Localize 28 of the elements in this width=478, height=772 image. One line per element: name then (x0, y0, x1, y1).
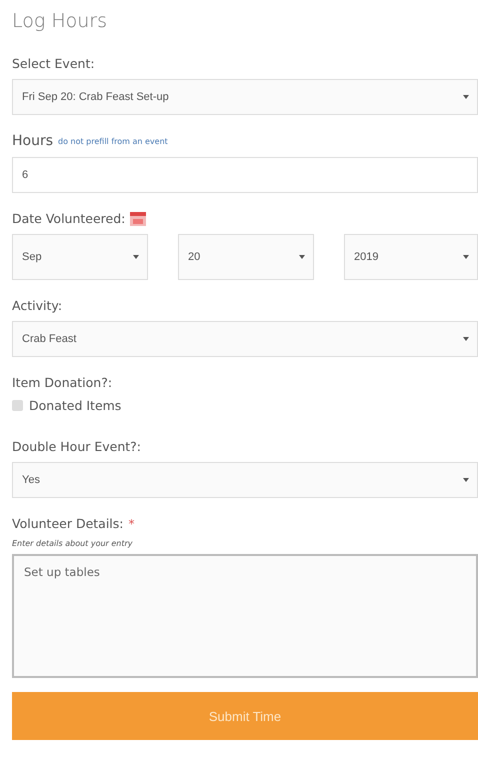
date-select[interactable]: 2019 (344, 234, 478, 280)
field-label: Double Hour Event?: (12, 439, 142, 454)
calendar-icon[interactable] (130, 212, 146, 226)
caret-icon (133, 255, 139, 259)
details-textarea[interactable]: Set up tables (12, 554, 478, 678)
caret-icon (463, 478, 469, 482)
field-label: Hours (12, 133, 54, 149)
date-select[interactable]: Sep (12, 234, 148, 280)
field-label: Item Donation?: (12, 375, 112, 390)
prefill-link[interactable]: do not prefill from an event (58, 136, 168, 146)
caret-icon (299, 255, 305, 259)
field-hint: Enter details about your entry (12, 539, 133, 548)
date-select[interactable]: 20 (178, 234, 314, 280)
caret-icon (463, 95, 469, 99)
field-label: Date Volunteered: (12, 211, 126, 226)
caret-icon (463, 255, 469, 259)
checkbox-label[interactable]: Donated Items (29, 398, 122, 413)
required-mark: * (128, 516, 134, 530)
event-select[interactable]: Fri Sep 20: Crab Feast Set-up (12, 79, 478, 115)
double-hour-select[interactable]: Yes (12, 462, 478, 498)
field-label: Select Event: (12, 56, 95, 71)
page-title: Log Hours (12, 10, 108, 32)
hours-input[interactable]: 6 (12, 157, 478, 193)
field-label: Volunteer Details: (12, 516, 124, 531)
checkbox[interactable] (12, 400, 23, 411)
field-label: Activity: (12, 298, 62, 313)
caret-icon (463, 337, 469, 341)
activity-select[interactable]: Crab Feast (12, 321, 478, 357)
